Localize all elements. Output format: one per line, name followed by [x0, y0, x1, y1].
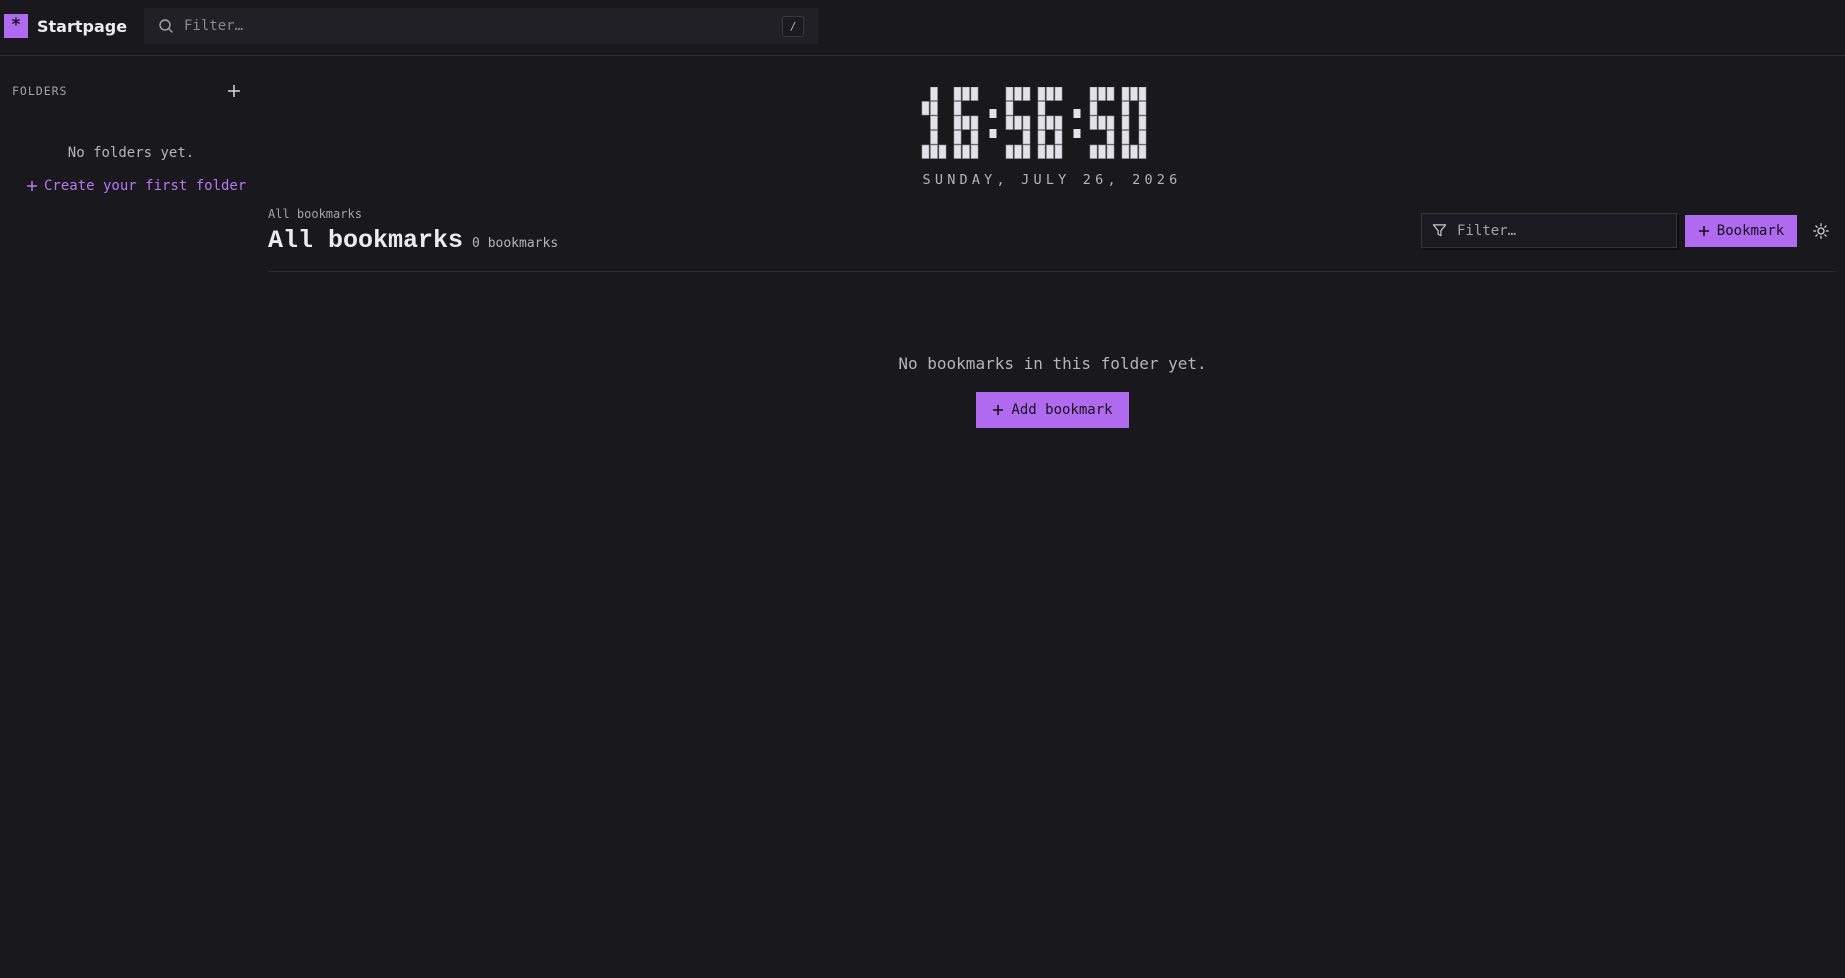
shortcut-hint: / [782, 15, 804, 37]
global-search-box[interactable]: / [144, 8, 818, 44]
app-name: Startpage [37, 16, 128, 36]
clock-colon [1073, 109, 1081, 138]
plus-icon [1698, 226, 1709, 236]
filter-icon [1432, 224, 1447, 237]
page-title: All bookmarks [268, 226, 464, 255]
breadcrumb[interactable]: All bookmarks [268, 207, 362, 221]
brand[interactable]: * Startpage [4, 14, 127, 38]
page-heading: All bookmarks 0 bookmarks [268, 226, 558, 255]
add-folder-button[interactable] [224, 81, 244, 101]
folders-empty-text: No folders yet. [67, 145, 195, 161]
clock-display [921, 87, 1147, 159]
clock-digit [1037, 87, 1063, 159]
digital-clock [920, 87, 1176, 159]
app-logo-icon: * [4, 14, 28, 38]
global-search-input[interactable] [182, 17, 782, 35]
theme-toggle-button[interactable] [1812, 222, 1830, 240]
search-icon [159, 19, 173, 33]
clock-digit [1121, 87, 1147, 159]
plus-icon [228, 85, 240, 97]
plus-icon [27, 181, 37, 191]
add-bookmark-empty-button[interactable]: Add bookmark [976, 392, 1129, 428]
folders-header: FOLDERS [12, 81, 244, 101]
sidebar: FOLDERS No folders yet. Create your firs… [0, 57, 250, 978]
create-folder-label: Create your first folder [44, 178, 247, 194]
add-bookmark-label: Bookmark [1716, 223, 1785, 239]
clock-digit [953, 87, 979, 159]
create-first-folder-link[interactable]: Create your first folder [26, 178, 246, 194]
bookmark-filter-box[interactable] [1421, 213, 1677, 248]
plus-icon [993, 405, 1004, 415]
clock-date: SUNDAY, JULY 26, 2026 [922, 172, 1182, 188]
clock-digit [1089, 87, 1115, 159]
clock-digit [1005, 87, 1031, 159]
sun-icon [1813, 223, 1829, 239]
folders-label: FOLDERS [12, 84, 68, 98]
bookmark-filter-input[interactable] [1455, 221, 1676, 240]
bookmarks-empty-text: No bookmarks in this folder yet. [898, 354, 1207, 373]
add-bookmark-button[interactable]: Bookmark [1685, 215, 1797, 247]
clock-digit [921, 87, 947, 159]
bookmark-count: 0 bookmarks [472, 236, 559, 251]
header-divider [268, 271, 1837, 272]
top-bar: * Startpage / [0, 0, 1845, 56]
clock-colon [989, 109, 997, 138]
add-bookmark-empty-label: Add bookmark [1011, 402, 1113, 418]
